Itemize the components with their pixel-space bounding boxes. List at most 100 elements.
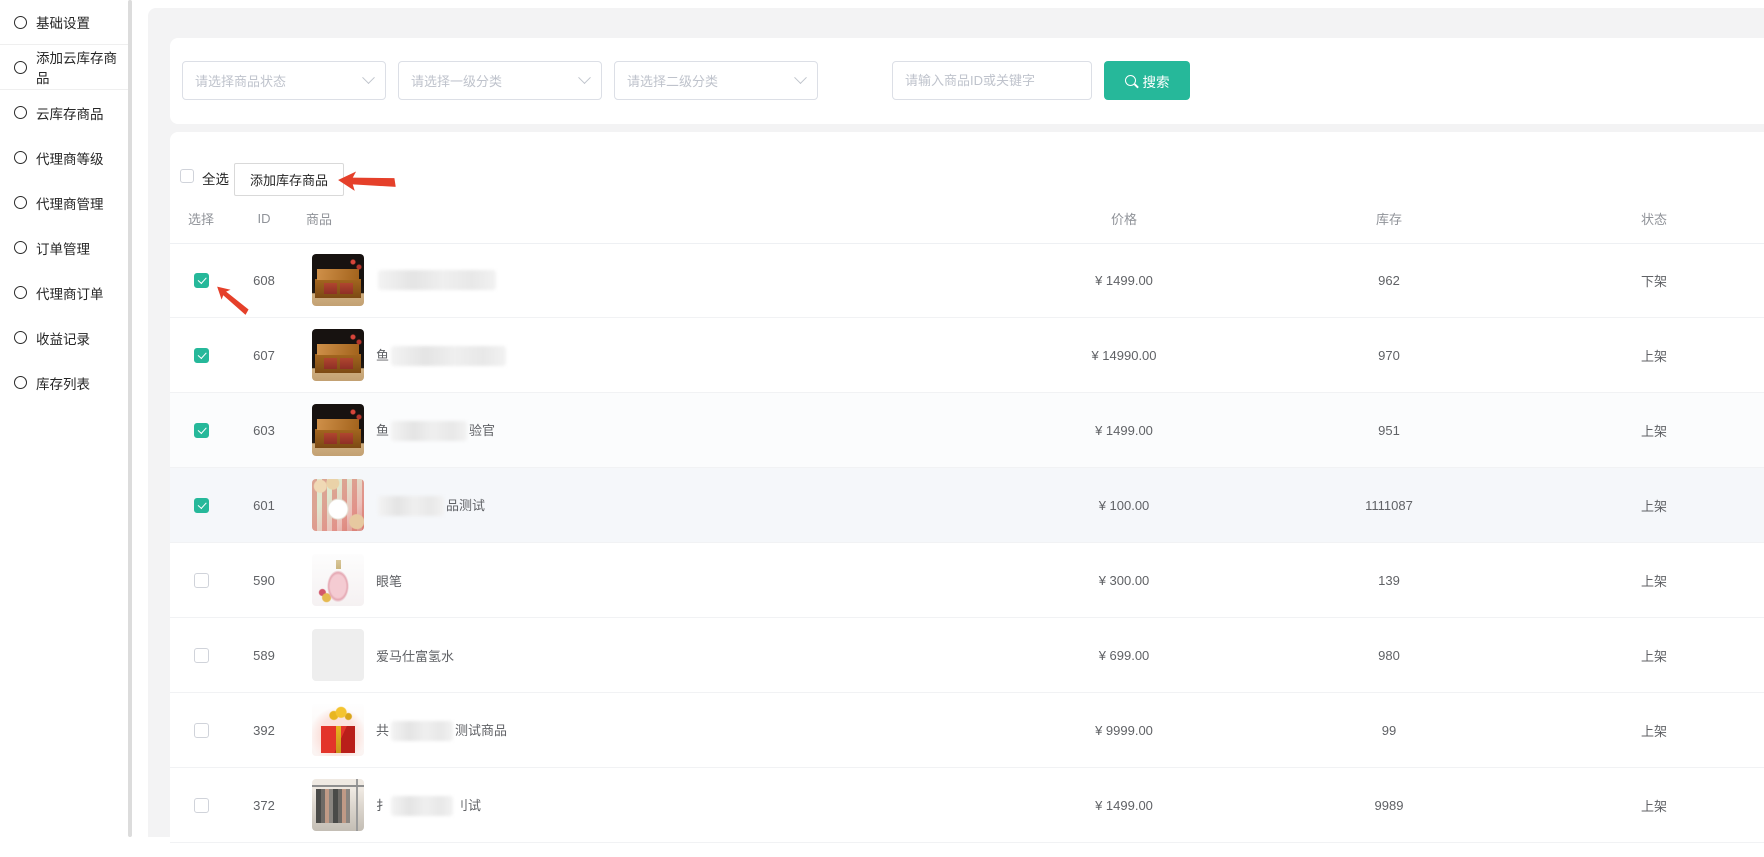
circle-icon: [14, 331, 27, 344]
circle-icon: [14, 376, 27, 389]
category-level2-select[interactable]: 请选择二级分类: [614, 61, 818, 100]
row-checkbox[interactable]: [194, 423, 209, 438]
select-all-checkbox[interactable]: [180, 169, 194, 183]
product-id: 589: [232, 648, 296, 663]
product-name-text: 鱼: [376, 348, 389, 363]
category-level1-select[interactable]: 请选择一级分类: [398, 61, 602, 100]
category-level1-placeholder: 请选择一级分类: [411, 71, 502, 90]
product-name-text: 验官: [469, 423, 495, 438]
table-row: 392 共测试商品 ¥ 9999.00 99 上架: [170, 693, 1764, 768]
product-name-text: 鱼: [376, 423, 389, 438]
sidebar: 基础设置 添加云库存商品 云库存商品 代理商等级 代理商管理 订单管理 代理商订…: [0, 0, 128, 837]
product-name-text: 品测试: [446, 498, 485, 513]
product-status: 上架: [1514, 646, 1764, 665]
keyword-input[interactable]: [892, 61, 1092, 100]
table-row: 372 扌刂试 ¥ 1499.00 9989 上架: [170, 768, 1764, 843]
product-stock: 951: [1264, 423, 1514, 438]
sidebar-item-label: 订单管理: [36, 238, 90, 258]
select-all-label: 全选: [202, 168, 229, 188]
category-level2-placeholder: 请选择二级分类: [627, 71, 718, 90]
circle-icon: [14, 241, 27, 254]
sidebar-item-3[interactable]: 代理商等级: [0, 135, 128, 180]
sidebar-item-label: 收益记录: [36, 328, 90, 348]
main-content: 请选择商品状态 请选择一级分类 请选择二级分类 搜索 全选 添加库存商品: [148, 8, 1764, 837]
row-checkbox[interactable]: [194, 348, 209, 363]
product-price: ¥ 9999.00: [984, 723, 1264, 738]
product-name: 扌刂试: [376, 795, 481, 816]
header-status: 状态: [1514, 209, 1764, 228]
censored-name-block: [391, 346, 506, 366]
row-checkbox[interactable]: [194, 498, 209, 513]
product-price: ¥ 699.00: [984, 648, 1264, 663]
table-toolbar: 全选 添加库存商品: [170, 132, 1764, 194]
circle-icon: [14, 16, 27, 29]
search-button-label: 搜索: [1143, 71, 1170, 91]
sidebar-item-6[interactable]: 代理商订单: [0, 270, 128, 315]
product-status: 上架: [1514, 571, 1764, 590]
annotation-arrow-to-add-button: [337, 169, 396, 195]
product-status: 上架: [1514, 496, 1764, 515]
table-row: 608 ¥ 1499.00 962 下架: [170, 243, 1764, 318]
product-image-perfume-bottle: [312, 554, 364, 606]
censored-name-block: [391, 721, 453, 741]
product-status: 上架: [1514, 346, 1764, 365]
search-button[interactable]: 搜索: [1104, 61, 1190, 100]
sidebar-item-label: 基础设置: [36, 12, 90, 32]
product-status-placeholder: 请选择商品状态: [195, 71, 286, 90]
row-checkbox[interactable]: [194, 273, 209, 288]
sidebar-item-0[interactable]: 基础设置: [0, 0, 128, 45]
scrollbar-thumb[interactable]: [128, 0, 132, 837]
search-icon: [1125, 75, 1136, 86]
product-status: 下架: [1514, 271, 1764, 290]
circle-icon: [14, 151, 27, 164]
product-status-select[interactable]: 请选择商品状态: [182, 61, 386, 100]
product-name: 共 测试商品: [376, 720, 507, 741]
product-name-text: 眼笔: [376, 574, 402, 589]
row-checkbox[interactable]: [194, 648, 209, 663]
product-name: 眼笔: [376, 571, 402, 590]
product-status: 上架: [1514, 421, 1764, 440]
table-row: 603 鱼验官 ¥ 1499.00 951 上架: [170, 393, 1764, 468]
table-header-row: 选择 ID 商品 价格 库存 状态: [170, 194, 1764, 244]
product-price: ¥ 100.00: [984, 498, 1264, 513]
header-price: 价格: [984, 209, 1264, 228]
row-checkbox[interactable]: [194, 723, 209, 738]
row-checkbox[interactable]: [194, 798, 209, 813]
sidebar-item-7[interactable]: 收益记录: [0, 315, 128, 360]
product-id: 603: [232, 423, 296, 438]
sidebar-item-8[interactable]: 库存列表: [0, 360, 128, 405]
product-image-food-platter: [312, 479, 364, 531]
table-row: 589 爱马仕富氢水 ¥ 699.00 980 上架: [170, 618, 1764, 693]
header-product: 商品: [296, 209, 984, 228]
chevron-down-icon: [794, 71, 807, 84]
sidebar-scroll-gutter: [128, 0, 148, 837]
header-stock: 库存: [1264, 209, 1514, 228]
sidebar-item-1[interactable]: 添加云库存商品: [0, 45, 128, 90]
filter-card: 请选择商品状态 请选择一级分类 请选择二级分类 搜索: [170, 38, 1764, 124]
product-image-meat-gift-box: [312, 404, 364, 456]
circle-icon: [14, 196, 27, 209]
sidebar-item-label: 代理商等级: [36, 148, 104, 168]
product-name-text: 爱马仕富氢水: [376, 649, 454, 664]
sidebar-item-5[interactable]: 订单管理: [0, 225, 128, 270]
censored-name-block: [391, 796, 453, 816]
product-image-clothes-rack: [312, 779, 364, 831]
product-name-text: 测试商品: [455, 723, 507, 738]
sidebar-item-label: 库存列表: [36, 373, 90, 393]
product-stock: 1111087: [1264, 498, 1514, 513]
product-id: 607: [232, 348, 296, 363]
chevron-down-icon: [578, 71, 591, 84]
sidebar-item-label: 代理商订单: [36, 283, 104, 303]
product-status: 上架: [1514, 721, 1764, 740]
row-checkbox[interactable]: [194, 573, 209, 588]
sidebar-item-2[interactable]: 云库存商品: [0, 90, 128, 135]
product-stock: 9989: [1264, 798, 1514, 813]
circle-icon: [14, 286, 27, 299]
sidebar-item-4[interactable]: 代理商管理: [0, 180, 128, 225]
product-name: 鱼: [376, 345, 508, 366]
product-name-text: 共: [376, 723, 389, 738]
add-stock-product-button[interactable]: 添加库存商品: [234, 163, 344, 196]
header-select: 选择: [170, 209, 232, 228]
sidebar-item-label: 云库存商品: [36, 103, 104, 123]
product-status: 上架: [1514, 796, 1764, 815]
